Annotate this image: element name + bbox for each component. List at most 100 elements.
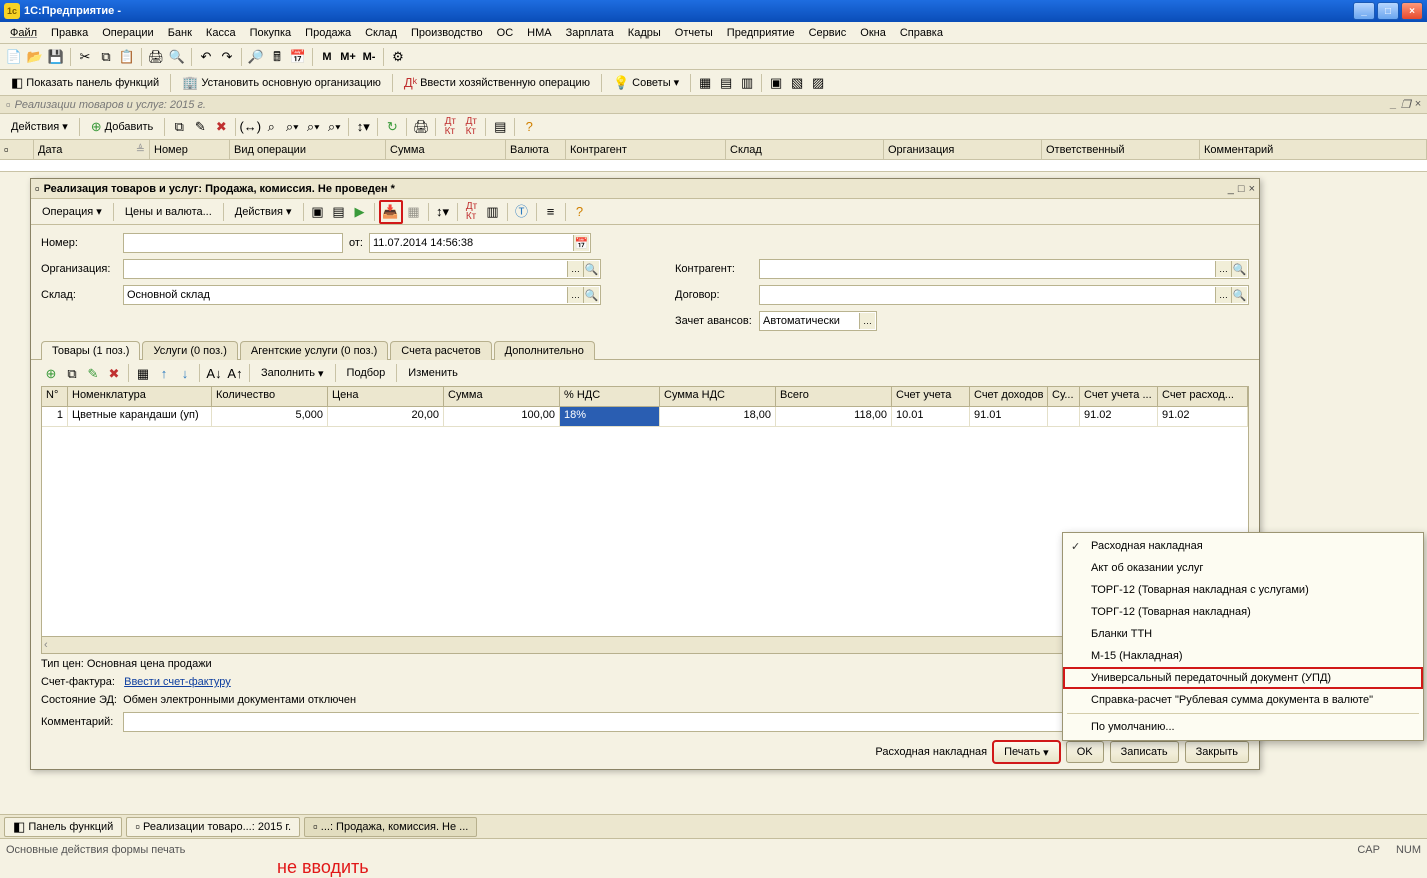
- calc-icon[interactable]: 🖩: [267, 47, 287, 67]
- enter-invoice-link[interactable]: Ввести счет-фактуру: [124, 676, 231, 688]
- pm-item-spravka[interactable]: Справка-расчет "Рублевая сумма документа…: [1063, 689, 1423, 711]
- doc-report-icon[interactable]: ▥: [483, 202, 503, 222]
- grid-edit-icon[interactable]: ✎: [83, 363, 103, 383]
- undo-icon[interactable]: ↶: [196, 47, 216, 67]
- print-icon[interactable]: 🖨: [146, 47, 166, 67]
- dtkt2-icon[interactable]: ДтКт: [461, 117, 481, 137]
- list-restore-icon[interactable]: ❐: [1401, 98, 1411, 111]
- contragent-search-icon[interactable]: 🔍: [1231, 261, 1247, 277]
- quick-icon-1[interactable]: ▦: [695, 73, 715, 93]
- grid-copy-icon[interactable]: ⧉: [62, 363, 82, 383]
- pm-item-upd[interactable]: Универсальный передаточный документ (УПД…: [1063, 667, 1423, 689]
- ok-button[interactable]: OK: [1066, 741, 1104, 763]
- pm-item-torg12u[interactable]: ТОРГ-12 (Товарная накладная с услугами): [1063, 579, 1423, 601]
- gcol-total[interactable]: Всего: [776, 387, 892, 406]
- grid-sort-asc-icon[interactable]: A↓: [204, 363, 224, 383]
- gcol-n[interactable]: N°: [42, 387, 68, 406]
- gcol-price[interactable]: Цена: [328, 387, 444, 406]
- calendar-picker-icon[interactable]: 📅: [573, 235, 589, 251]
- filter3-icon[interactable]: ⌕▾: [303, 117, 323, 137]
- contragent-field[interactable]: … 🔍: [759, 259, 1249, 279]
- menu-salary[interactable]: Зарплата: [560, 25, 620, 41]
- advance-field[interactable]: Автоматически …: [759, 311, 877, 331]
- list-col-comment[interactable]: Комментарий: [1200, 140, 1427, 159]
- gcol-accu[interactable]: Счет учета ...: [1080, 387, 1158, 406]
- menu-nma[interactable]: НМА: [521, 25, 557, 41]
- help-icon[interactable]: ?: [519, 117, 539, 137]
- menu-bank[interactable]: Банк: [162, 25, 198, 41]
- doc-actions-dropdown[interactable]: Действия▾: [228, 202, 299, 222]
- list-col-org[interactable]: Организация: [884, 140, 1042, 159]
- list-col-number[interactable]: Номер: [150, 140, 230, 159]
- menu-os[interactable]: ОС: [491, 25, 520, 41]
- number-field[interactable]: [123, 233, 343, 253]
- doc-basis-icon[interactable]: 📥: [381, 202, 401, 222]
- gcol-acc[interactable]: Счет учета: [892, 387, 970, 406]
- doc-list-icon[interactable]: ▤: [329, 202, 349, 222]
- list-col-contragent[interactable]: Контрагент: [566, 140, 726, 159]
- advance-select-icon[interactable]: …: [859, 313, 875, 329]
- tab-accounts[interactable]: Счета расчетов: [390, 341, 491, 360]
- m-icon[interactable]: M: [317, 47, 337, 67]
- calendar-icon[interactable]: 📅: [288, 47, 308, 67]
- show-panel-button[interactable]: ◧Показать панель функций: [4, 73, 166, 93]
- menu-windows[interactable]: Окна: [854, 25, 892, 41]
- gcol-nom[interactable]: Номенклатура: [68, 387, 212, 406]
- pm-item-rashodnaya[interactable]: Расходная накладная: [1063, 535, 1423, 557]
- grid-add-icon[interactable]: ⊕: [41, 363, 61, 383]
- org-select-icon[interactable]: …: [567, 261, 583, 277]
- refresh-icon[interactable]: ↻: [382, 117, 402, 137]
- save-icon[interactable]: 💾: [46, 47, 66, 67]
- add-button[interactable]: ⊕Добавить: [84, 117, 161, 137]
- list-min-icon[interactable]: _: [1391, 98, 1397, 111]
- pm-item-ttn[interactable]: Бланки ТТН: [1063, 623, 1423, 645]
- gcol-exp[interactable]: Счет расход...: [1158, 387, 1248, 406]
- doc-post-icon[interactable]: ▣: [308, 202, 328, 222]
- window-max-button[interactable]: □: [1377, 2, 1399, 20]
- doc-help-icon[interactable]: ?: [570, 202, 590, 222]
- pm-item-default[interactable]: По умолчанию...: [1063, 716, 1423, 738]
- filter1-icon[interactable]: ⌕: [261, 117, 281, 137]
- quick-icon-6[interactable]: ▨: [808, 73, 828, 93]
- pm-item-m15[interactable]: М-15 (Накладная): [1063, 645, 1423, 667]
- save-button[interactable]: Записать: [1110, 741, 1179, 763]
- gcol-vat[interactable]: % НДС: [560, 387, 660, 406]
- new-icon[interactable]: 📄: [4, 47, 24, 67]
- menu-service[interactable]: Сервис: [803, 25, 853, 41]
- pm-item-torg12[interactable]: ТОРГ-12 (Товарная накладная): [1063, 601, 1423, 623]
- menu-cash[interactable]: Касса: [200, 25, 242, 41]
- gcol-income[interactable]: Счет доходов: [970, 387, 1048, 406]
- tab-additional[interactable]: Дополнительно: [494, 341, 595, 360]
- close-button[interactable]: Закрыть: [1185, 741, 1249, 763]
- doc-tree-icon[interactable]: Ⓣ: [512, 202, 532, 222]
- warehouse-search-icon[interactable]: 🔍: [583, 287, 599, 303]
- warehouse-field[interactable]: Основной склад … 🔍: [123, 285, 601, 305]
- doc-go-icon[interactable]: ▶: [350, 202, 370, 222]
- menu-operations[interactable]: Операции: [96, 25, 159, 41]
- gcol-su[interactable]: Су...: [1048, 387, 1080, 406]
- interval-icon[interactable]: (↔): [240, 117, 260, 137]
- menu-enterprise[interactable]: Предприятие: [721, 25, 801, 41]
- tab-agent-services[interactable]: Агентские услуги (0 поз.): [240, 341, 388, 360]
- list-col-currency[interactable]: Валюта: [506, 140, 566, 159]
- date-field[interactable]: 11.07.2014 14:56:38 📅: [369, 233, 591, 253]
- grid-up-icon[interactable]: ↑: [154, 363, 174, 383]
- list-col-date[interactable]: Дата≜: [34, 140, 150, 159]
- warehouse-select-icon[interactable]: …: [567, 287, 583, 303]
- doc-operation-dropdown[interactable]: Операция▾: [35, 202, 109, 222]
- contragent-select-icon[interactable]: …: [1215, 261, 1231, 277]
- menu-staff[interactable]: Кадры: [622, 25, 667, 41]
- m-plus-icon[interactable]: M+: [338, 47, 358, 67]
- set-org-button[interactable]: 🏢Установить основную организацию: [175, 73, 388, 93]
- quick-icon-3[interactable]: ▥: [737, 73, 757, 93]
- gcol-vatsum[interactable]: Сумма НДС: [660, 387, 776, 406]
- doc-min-icon[interactable]: _: [1228, 183, 1234, 195]
- cell-vat[interactable]: 18%: [560, 407, 660, 426]
- doc-struct-icon[interactable]: ≡: [541, 202, 561, 222]
- menu-warehouse[interactable]: Склад: [359, 25, 403, 41]
- tab-services[interactable]: Услуги (0 поз.): [142, 341, 237, 360]
- mark-delete-icon[interactable]: ✖: [211, 117, 231, 137]
- grid-down-icon[interactable]: ↓: [175, 363, 195, 383]
- filter2-icon[interactable]: ⌕▾: [282, 117, 302, 137]
- pm-item-akt[interactable]: Акт об оказании услуг: [1063, 557, 1423, 579]
